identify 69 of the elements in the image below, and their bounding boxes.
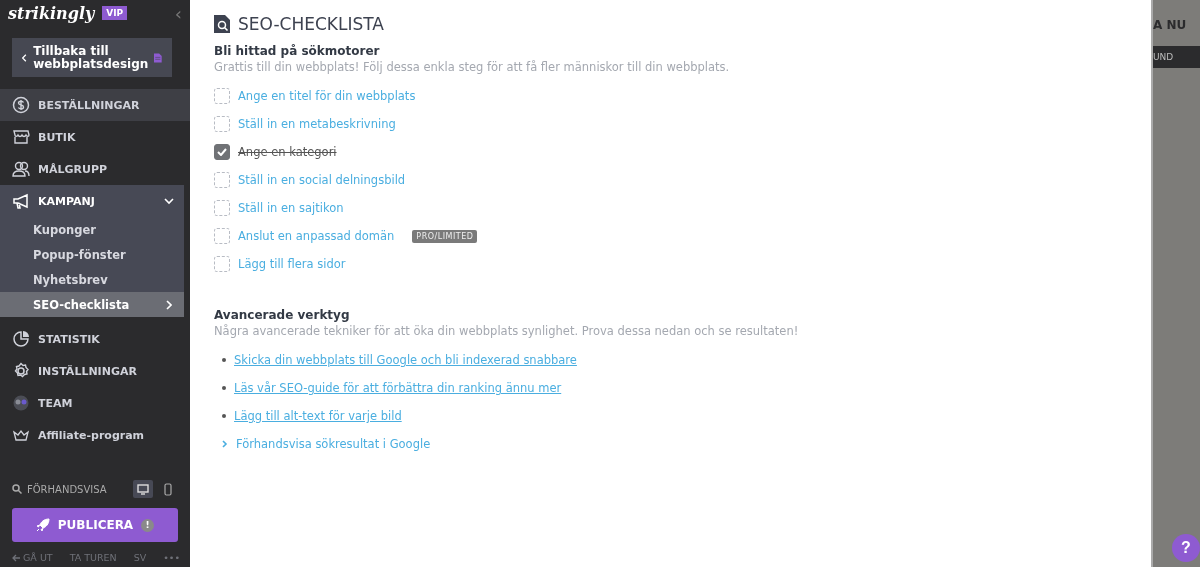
checkmark-icon [217,148,227,156]
search-icon [12,484,22,494]
nav-item[interactable]: TEAM [0,387,190,420]
nav-item[interactable]: Affiliate-program [0,419,190,452]
footer-link[interactable]: ••• [163,552,180,563]
document-search-icon [214,15,230,33]
checkbox[interactable] [214,256,230,272]
store-icon [12,128,30,147]
checkbox[interactable] [214,172,230,188]
chevron-left-icon [22,51,28,64]
bullet-icon [222,414,226,418]
section-heading: Avancerade verktyg [214,308,351,322]
bullet-icon [222,386,226,390]
submenu-item[interactable]: Kuponger [0,217,184,243]
desktop-icon[interactable] [133,480,153,498]
rocket-icon [35,518,50,532]
task-link[interactable]: Ställ in en sajtikon [238,201,344,215]
publish-button[interactable]: PUBLICERA ! [12,508,178,542]
checkbox[interactable] [214,88,230,104]
checkbox[interactable] [214,144,230,160]
submenu-item[interactable]: SEO-checklista [0,292,184,318]
nav-item[interactable]: MÅLGRUPP [0,153,190,186]
help-button[interactable]: ? [1172,534,1200,562]
back-button[interactable]: Tillbaka till webbplatsdesign [12,38,172,78]
checkbox[interactable] [214,116,230,132]
chevron-right-icon [222,440,228,448]
footer-link[interactable]: SV [133,552,147,563]
chevron-icon [164,197,174,206]
checkbox[interactable] [214,228,230,244]
arrow-left-icon [12,553,21,562]
checkbox[interactable] [214,200,230,216]
expand-link[interactable]: Förhandsvisa sökresultat i Google [236,437,431,451]
link[interactable]: Lägg till alt-text för varje bild [234,409,402,423]
backdrop-bar-text: UND [1153,52,1174,62]
submenu-item[interactable]: Nyhetsbrev [0,267,184,293]
task-link[interactable]: Anslut en anpassad domän [238,229,395,243]
section-heading: Bli hittad på sökmotorer [214,44,381,58]
link[interactable]: Läs vår SEO-guide för att förbättra din ranking ännu mer [234,381,562,395]
task-link[interactable]: Lägg till flera sidor [238,257,346,271]
dollar-icon [12,96,30,115]
section-description: Grattis till din webbplats! Följ dessa enkla steg för att få fler människor till din webbplats. [214,60,731,74]
task-link[interactable]: Ställ in en metabeskrivning [238,117,396,131]
footer-link[interactable]: TA TUREN [69,552,117,563]
preview-label[interactable]: FÖRHANDSVISA [27,483,128,495]
footer-link[interactable]: GÅ UT [23,552,53,563]
task-link[interactable]: Ställ in en social delningsbild [238,173,406,187]
panel-title: SEO-CHECKLISTA [238,14,384,34]
nav-item[interactable]: INSTÄLLNINGAR [0,355,190,388]
task-link[interactable]: Ange en titel för din webbplats [238,89,416,103]
vip-badge: VIP [102,6,128,20]
task-link[interactable]: Ange en kategori [238,145,337,159]
plan-badge: PRO/LIMITED [412,229,478,243]
link[interactable]: Skicka din webbplats till Google och bli indexerad snabbare [234,353,577,367]
bullet-icon [222,358,226,362]
chevron-right-icon [166,299,172,310]
logo[interactable]: strikingly [8,3,95,23]
nav-item[interactable]: BESTÄLLNINGAR [0,89,190,122]
megaphone-icon [12,192,30,211]
section-description: Några avancerade tekniker för att öka din webbplats synlighet. Prova dessa nedan och se resultaten! [214,324,800,338]
collapse-button[interactable]: ‹ [174,2,182,24]
backdrop-heading: A NU [1153,18,1187,32]
nav-item[interactable]: KAMPANJ [0,185,184,218]
nav-item[interactable]: BUTIK [0,121,190,154]
people-icon [12,160,30,179]
team-icon [12,394,30,413]
alert-badge: ! [141,518,155,532]
submenu-item[interactable]: Popup-fönster [0,242,184,268]
nav-item[interactable]: STATISTIK [0,323,190,356]
pie-icon [12,330,30,349]
